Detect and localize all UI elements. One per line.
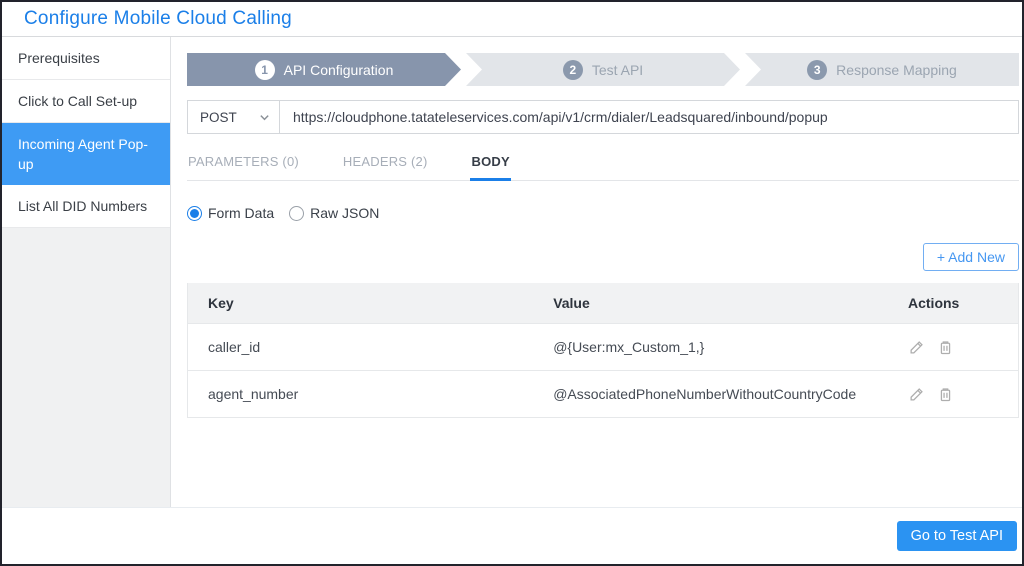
step-label: API Configuration <box>283 61 394 78</box>
sidebar-item-click-to-call-setup[interactable]: Click to Call Set-up <box>2 80 170 123</box>
tab-headers[interactable]: HEADERS (2) <box>342 150 429 180</box>
radio-label: Form Data <box>208 205 275 221</box>
table-row: caller_id @{User:mx_Custom_1,} <box>188 323 1018 370</box>
column-header-value: Value <box>553 295 590 311</box>
sidebar-item-label: Incoming Agent Pop-up <box>18 136 148 172</box>
row-key: caller_id <box>208 339 261 355</box>
row-actions <box>908 339 1018 356</box>
step-api-configuration[interactable]: 1 API Configuration <box>187 53 461 86</box>
sidebar-item-incoming-agent-popup[interactable]: Incoming Agent Pop-up <box>2 123 170 185</box>
page-footer: Go to Test API <box>2 507 1022 564</box>
row-value: @{User:mx_Custom_1,} <box>553 339 705 355</box>
main-content: 1 API Configuration 2 Test API 3 Respons… <box>171 37 1022 507</box>
tab-body[interactable]: BODY <box>470 150 511 181</box>
column-header-key: Key <box>208 295 234 311</box>
radio-label: Raw JSON <box>310 205 380 221</box>
add-new-button[interactable]: + Add New <box>922 243 1019 271</box>
edit-pencil-icon[interactable] <box>908 339 925 356</box>
chevron-down-icon <box>260 114 269 120</box>
radio-raw-json[interactable]: Raw JSON <box>289 205 379 221</box>
step-label: Response Mapping <box>836 61 957 78</box>
page-header: Configure Mobile Cloud Calling <box>2 2 1022 37</box>
go-to-test-api-button[interactable]: Go to Test API <box>896 521 1017 551</box>
body-type-radio-group: Form Data Raw JSON <box>187 205 1019 221</box>
radio-form-data[interactable]: Form Data <box>187 205 274 221</box>
request-bar: POST https://cloudphone.tatateleservices… <box>187 100 1019 134</box>
radio-unselected-icon <box>289 205 305 221</box>
column-header-actions: Actions <box>908 295 960 311</box>
page-title: Configure Mobile Cloud Calling <box>24 8 292 29</box>
row-value: @AssociatedPhoneNumberWithoutCountryCode <box>553 386 857 402</box>
sidebar: Prerequisites Click to Call Set-up Incom… <box>2 37 171 507</box>
request-url-value: https://cloudphone.tatateleservices.com/… <box>293 109 828 125</box>
step-number-badge: 3 <box>807 59 828 80</box>
table-row: agent_number @AssociatedPhoneNumberWitho… <box>188 370 1018 417</box>
app-window: Configure Mobile Cloud Calling Prerequis… <box>0 0 1024 566</box>
table-header-row: Key Value Actions <box>188 283 1018 323</box>
row-actions <box>908 386 1018 403</box>
row-key: agent_number <box>208 386 299 402</box>
sidebar-item-label: List All DID Numbers <box>18 198 148 214</box>
http-method-select[interactable]: POST <box>188 101 280 133</box>
page-body: Prerequisites Click to Call Set-up Incom… <box>2 37 1022 507</box>
http-method-value: POST <box>200 109 237 125</box>
sidebar-filler <box>2 228 170 507</box>
delete-trash-icon[interactable] <box>937 339 954 356</box>
edit-pencil-icon[interactable] <box>908 386 925 403</box>
sidebar-item-label: Prerequisites <box>18 50 100 66</box>
step-test-api[interactable]: 2 Test API <box>466 53 740 86</box>
radio-selected-icon <box>187 205 202 221</box>
add-new-row: + Add New <box>187 243 1019 271</box>
sidebar-item-label: Click to Call Set-up <box>18 93 138 109</box>
request-tabs: PARAMETERS (0) HEADERS (2) BODY <box>187 150 1019 181</box>
step-number-badge: 1 <box>255 60 275 80</box>
wizard-stepper: 1 API Configuration 2 Test API 3 Respons… <box>187 53 1019 86</box>
tab-parameters[interactable]: PARAMETERS (0) <box>187 150 300 180</box>
step-label: Test API <box>591 61 644 78</box>
step-response-mapping[interactable]: 3 Response Mapping <box>745 53 1019 86</box>
sidebar-item-prerequisites[interactable]: Prerequisites <box>2 37 170 80</box>
request-url-input[interactable]: https://cloudphone.tatateleservices.com/… <box>280 101 1018 133</box>
sidebar-item-list-all-did-numbers[interactable]: List All DID Numbers <box>2 185 170 228</box>
step-number-badge: 2 <box>563 60 583 80</box>
delete-trash-icon[interactable] <box>937 386 954 403</box>
params-table: Key Value Actions caller_id @{User:mx_Cu… <box>187 283 1019 418</box>
